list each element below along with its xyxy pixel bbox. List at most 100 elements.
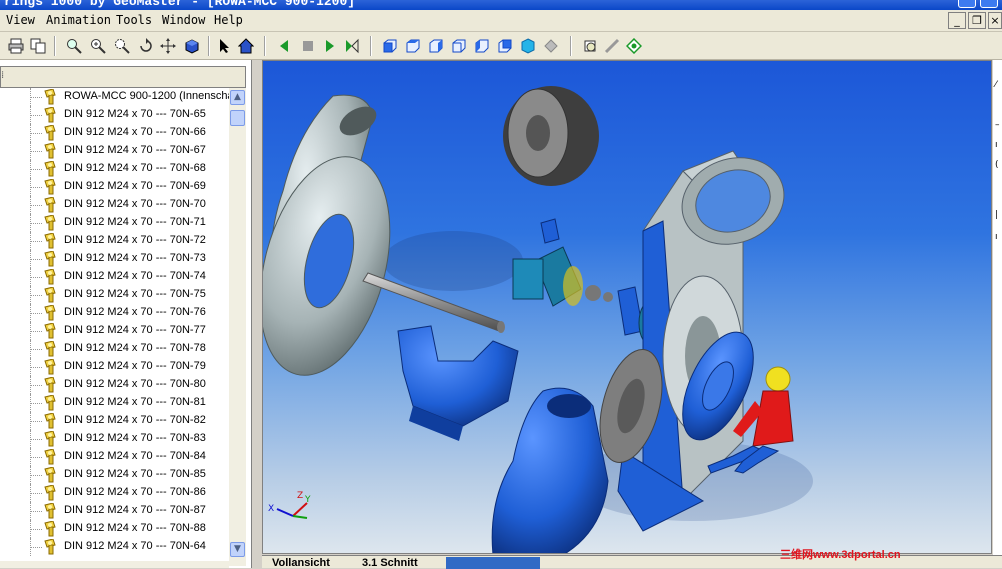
tree-item[interactable]: DIN 912 M24 x 70 --- 70N-79 xyxy=(0,358,229,376)
tree-item-label: DIN 912 M24 x 70 --- 70N-86 xyxy=(64,486,206,498)
tree-item[interactable]: DIN 912 M24 x 70 --- 70N-70 xyxy=(0,196,229,214)
copy-icon[interactable] xyxy=(28,36,48,56)
tree-item[interactable]: DIN 912 M24 x 70 --- 70N-64 xyxy=(0,538,229,556)
menu-help[interactable]: Help xyxy=(214,13,243,27)
shaded-view-icon[interactable] xyxy=(182,36,202,56)
tree-hscrollbar[interactable] xyxy=(0,561,229,568)
bolt-part-icon xyxy=(42,394,60,411)
tab-vollansicht[interactable]: Vollansicht xyxy=(262,557,348,569)
tree-connector xyxy=(30,385,42,386)
tree-item-label: DIN 912 M24 x 70 --- 70N-85 xyxy=(64,468,206,480)
tree-item-label: DIN 912 M24 x 70 --- 70N-66 xyxy=(64,126,206,138)
tree-scrollbar[interactable]: ▲ ▼ xyxy=(229,88,246,566)
view-front-icon[interactable] xyxy=(380,36,400,56)
tree-item[interactable]: DIN 912 M24 x 70 --- 70N-84 xyxy=(0,448,229,466)
tree-item-label: DIN 912 M24 x 70 --- 70N-80 xyxy=(64,378,206,390)
home-view-icon[interactable] xyxy=(236,36,256,56)
view-iso-icon[interactable] xyxy=(518,36,538,56)
tree-connector xyxy=(30,529,42,530)
scroll-down-button[interactable]: ▼ xyxy=(230,542,245,557)
view-left-icon[interactable] xyxy=(472,36,492,56)
stop-icon[interactable] xyxy=(298,36,318,56)
tree-item[interactable]: DIN 912 M24 x 70 --- 70N-77 xyxy=(0,322,229,340)
mdi-minimize-button[interactable]: _ xyxy=(948,12,966,29)
measure-icon[interactable] xyxy=(602,36,622,56)
tree-item[interactable]: DIN 912 M24 x 70 --- 70N-71 xyxy=(0,214,229,232)
tree-item[interactable]: DIN 912 M24 x 70 --- 70N-80 xyxy=(0,376,229,394)
tab-active[interactable] xyxy=(446,557,540,569)
tree-connector xyxy=(30,241,42,242)
tree-connector xyxy=(30,313,42,314)
zoom-in-icon[interactable] xyxy=(88,36,108,56)
play-back-icon[interactable] xyxy=(274,36,294,56)
tree-item[interactable]: DIN 912 M24 x 70 --- 70N-75 xyxy=(0,286,229,304)
view-back-icon[interactable] xyxy=(403,36,423,56)
tree-item[interactable]: DIN 912 M24 x 70 --- 70N-82 xyxy=(0,412,229,430)
minimize-button[interactable] xyxy=(958,0,976,8)
bolt-part-icon xyxy=(42,322,60,339)
pan-icon[interactable] xyxy=(158,36,178,56)
view-bottom-icon[interactable] xyxy=(449,36,469,56)
zoom-window-icon[interactable] xyxy=(64,36,84,56)
scroll-up-button[interactable]: ▲ xyxy=(230,90,245,105)
bolt-part-icon xyxy=(42,268,60,285)
section-view-icon[interactable] xyxy=(580,36,600,56)
right-panel-glyph: – xyxy=(995,120,1000,130)
bolt-part-icon xyxy=(42,412,60,429)
tree-item[interactable]: DIN 912 M24 x 70 --- 70N-67 xyxy=(0,142,229,160)
toolbar-separator xyxy=(54,36,56,56)
mdi-restore-button[interactable]: ❐ xyxy=(968,12,986,29)
tree-item[interactable]: DIN 912 M24 x 70 --- 70N-83 xyxy=(0,430,229,448)
impeller xyxy=(503,86,599,186)
tree-item[interactable]: DIN 912 M24 x 70 --- 70N-87 xyxy=(0,502,229,520)
tree-item[interactable]: DIN 912 M24 x 70 --- 70N-85 xyxy=(0,466,229,484)
rotate-icon[interactable] xyxy=(136,36,156,56)
menu-view[interactable]: View xyxy=(6,13,35,27)
view-right-icon[interactable] xyxy=(495,36,515,56)
zoom-fit-icon[interactable] xyxy=(112,36,132,56)
mdi-close-button[interactable]: × xyxy=(988,12,1002,29)
menu-window[interactable]: Window xyxy=(162,13,205,27)
tree-connector xyxy=(30,187,42,188)
tree-item[interactable]: DIN 912 M24 x 70 --- 70N-81 xyxy=(0,394,229,412)
tree-item[interactable]: DIN 912 M24 x 70 --- 70N-68 xyxy=(0,160,229,178)
view-perspective-icon[interactable] xyxy=(541,36,561,56)
tree-item-label: DIN 912 M24 x 70 --- 70N-71 xyxy=(64,216,206,228)
tree-item[interactable]: DIN 912 M24 x 70 --- 70N-73 xyxy=(0,250,229,268)
tree-item[interactable]: DIN 912 M24 x 70 --- 70N-86 xyxy=(0,484,229,502)
3d-viewport[interactable]: X Y Z xyxy=(262,60,992,554)
tree-item-label: DIN 912 M24 x 70 --- 70N-87 xyxy=(64,504,206,516)
tree-item[interactable]: DIN 912 M24 x 70 --- 70N-78 xyxy=(0,340,229,358)
tree-connector xyxy=(30,331,42,332)
tree-item[interactable]: DIN 912 M24 x 70 --- 70N-66 xyxy=(0,124,229,142)
tree-item-label: DIN 912 M24 x 70 --- 70N-68 xyxy=(64,162,206,174)
menu-animation[interactable]: Animation xyxy=(46,13,111,27)
bolt-part-icon xyxy=(42,520,60,537)
tree-item[interactable]: DIN 912 M24 x 70 --- 70N-72 xyxy=(0,232,229,250)
bolt-part-icon xyxy=(42,376,60,393)
bolt-part-icon xyxy=(42,196,60,213)
bolt-part-icon xyxy=(42,340,60,357)
markup-icon[interactable] xyxy=(624,36,644,56)
tree-item[interactable]: DIN 912 M24 x 70 --- 70N-69 xyxy=(0,178,229,196)
scroll-thumb[interactable] xyxy=(230,110,245,126)
tree-item[interactable]: DIN 912 M24 x 70 --- 70N-88 xyxy=(0,520,229,538)
bolt-part-icon xyxy=(42,160,60,177)
bolt-part-icon xyxy=(42,430,60,447)
play-forward-icon[interactable] xyxy=(320,36,340,56)
tree-item[interactable]: DIN 912 M24 x 70 --- 70N-65 xyxy=(0,106,229,124)
maximize-button[interactable] xyxy=(980,0,998,8)
tree-item[interactable]: DIN 912 M24 x 70 --- 70N-76 xyxy=(0,304,229,322)
print-icon[interactable] xyxy=(6,36,26,56)
tree-item[interactable]: ROWA-MCC 900-1200 (Innenscha xyxy=(0,88,229,106)
tree-item-label: DIN 912 M24 x 70 --- 70N-88 xyxy=(64,522,206,534)
explode-animation-icon[interactable] xyxy=(342,36,362,56)
grip-icon: ⁞ xyxy=(1,70,5,81)
view-top-icon[interactable] xyxy=(426,36,446,56)
menu-tools[interactable]: Tools xyxy=(116,13,152,27)
tab-schnitt[interactable]: 3.1 Schnitt xyxy=(352,557,442,569)
tree-item[interactable]: DIN 912 M24 x 70 --- 70N-74 xyxy=(0,268,229,286)
axis-triad: X Y Z xyxy=(268,491,311,519)
select-arrow-icon[interactable] xyxy=(214,36,234,56)
axis-z-label: Z xyxy=(297,491,303,501)
